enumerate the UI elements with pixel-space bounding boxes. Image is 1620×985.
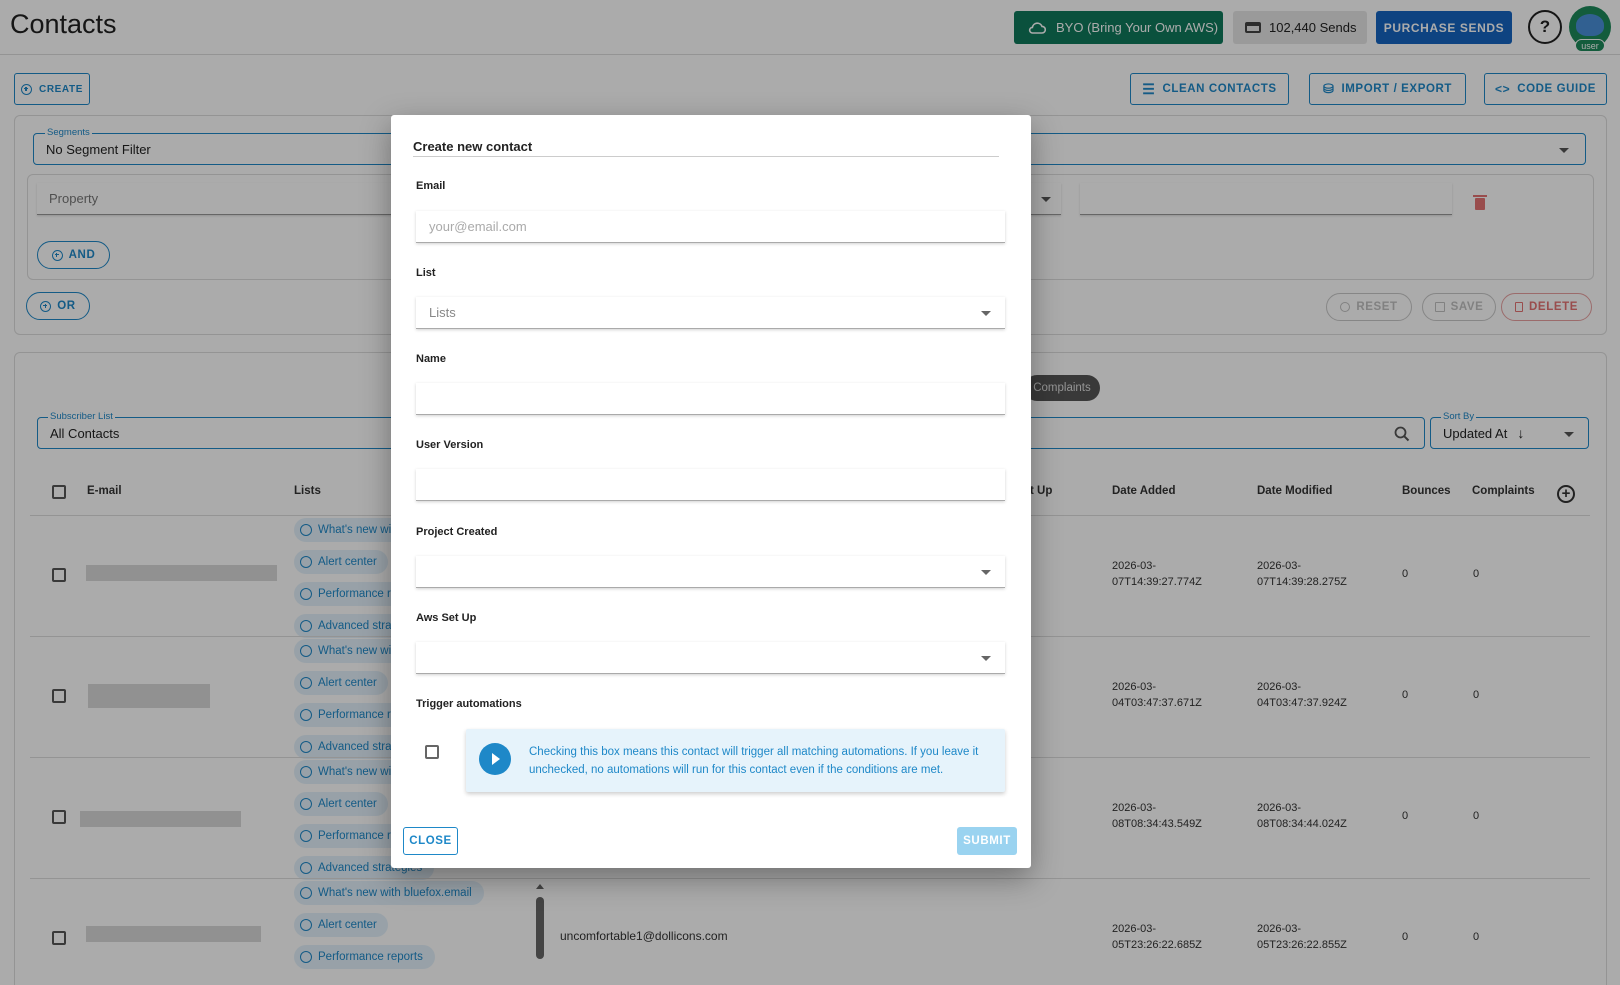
aws-setup-label: Aws Set Up [416,612,477,624]
trigger-automations-checkbox[interactable] [425,745,439,759]
list-select[interactable]: Lists [416,297,1005,329]
user-version-label: User Version [416,439,484,451]
aws-setup-select[interactable] [416,642,1005,674]
chevron-down-icon [981,656,991,661]
chevron-down-icon [981,570,991,575]
create-contact-dialog: Create new contact Email your@email.com … [391,115,1031,868]
project-created-select[interactable] [416,556,1005,588]
play-icon[interactable] [479,743,511,775]
email-label: Email [416,180,446,192]
list-placeholder: Lists [429,305,456,320]
trigger-info-text: Checking this box means this contact wil… [529,746,979,776]
project-created-label: Project Created [416,526,498,538]
dialog-title: Create new contact [413,139,533,154]
submit-button[interactable]: SUBMIT [957,827,1017,855]
email-field[interactable]: your@email.com [416,211,1005,243]
trigger-info-callout: Checking this box means this contact wil… [466,729,1005,792]
user-version-field[interactable] [416,469,1005,501]
close-button[interactable]: CLOSE [403,827,458,855]
name-label: Name [416,353,446,365]
name-field[interactable] [416,383,1005,415]
trigger-automations-label: Trigger automations [416,698,522,710]
dialog-divider [413,156,999,157]
chevron-down-icon [981,311,991,316]
list-label: List [416,267,436,279]
